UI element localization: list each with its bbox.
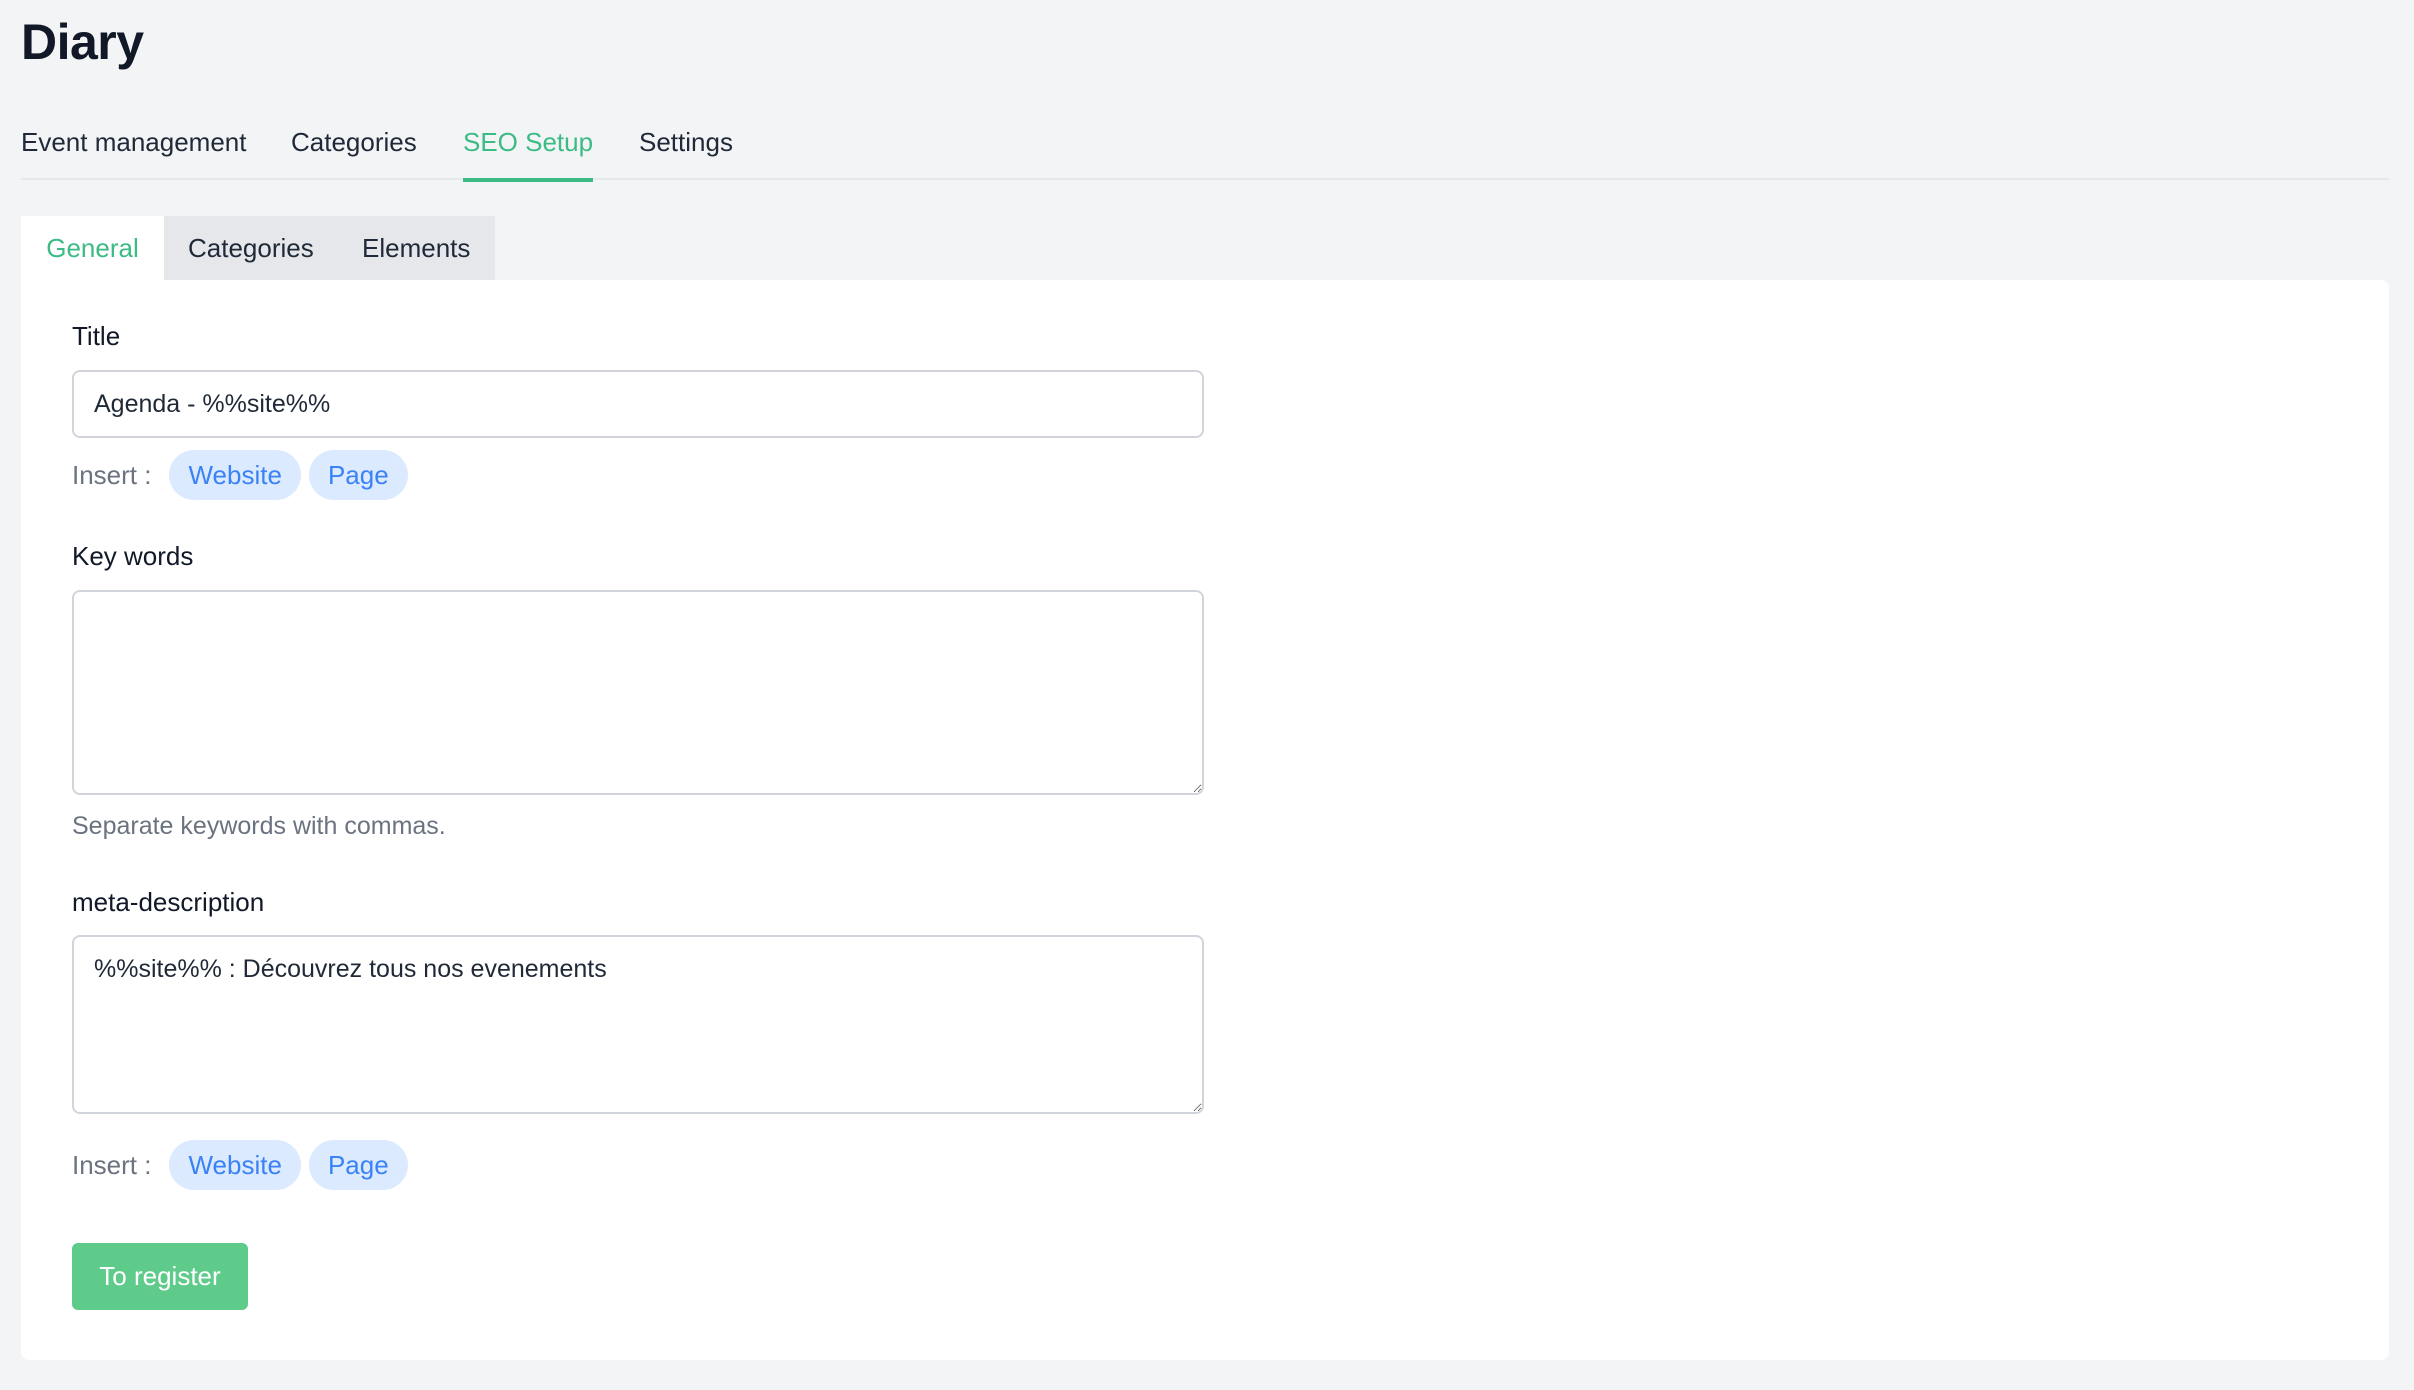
- title-input[interactable]: [72, 370, 1204, 438]
- insert-page-chip[interactable]: Page: [308, 1140, 408, 1190]
- keywords-textarea[interactable]: [72, 590, 1204, 795]
- insert-page-chip[interactable]: Page: [308, 450, 408, 500]
- page-title: Diary: [21, 14, 144, 70]
- register-button[interactable]: To register: [72, 1243, 248, 1310]
- insert-website-chip[interactable]: Website: [169, 450, 301, 500]
- title-label: Title: [72, 321, 121, 351]
- keywords-help-text: Separate keywords with commas.: [72, 812, 446, 840]
- meta-description-label: meta-description: [72, 887, 265, 917]
- insert-label: Insert :: [72, 459, 152, 490]
- insert-label: Insert :: [72, 1149, 152, 1180]
- tab-seo-setup[interactable]: SEO Setup: [463, 118, 594, 182]
- keywords-label: Key words: [72, 541, 194, 571]
- subtab-general[interactable]: General: [21, 216, 164, 280]
- meta-insert-row: Insert : Website Page: [72, 1140, 416, 1190]
- meta-description-textarea[interactable]: %%site%% : Découvrez tous nos evenements: [72, 935, 1204, 1114]
- tab-settings[interactable]: Settings: [639, 118, 733, 176]
- insert-website-chip[interactable]: Website: [169, 1140, 301, 1190]
- seo-general-panel: Title Insert : Website Page Key words Se…: [21, 280, 2389, 1360]
- main-tab-bar: Event management Categories SEO Setup Se…: [21, 118, 2389, 182]
- tab-event-management[interactable]: Event management: [21, 118, 246, 176]
- title-insert-row: Insert : Website Page: [72, 450, 416, 500]
- subtab-elements[interactable]: Elements: [362, 216, 470, 280]
- subtab-categories[interactable]: Categories: [188, 216, 314, 280]
- tab-categories[interactable]: Categories: [291, 118, 417, 176]
